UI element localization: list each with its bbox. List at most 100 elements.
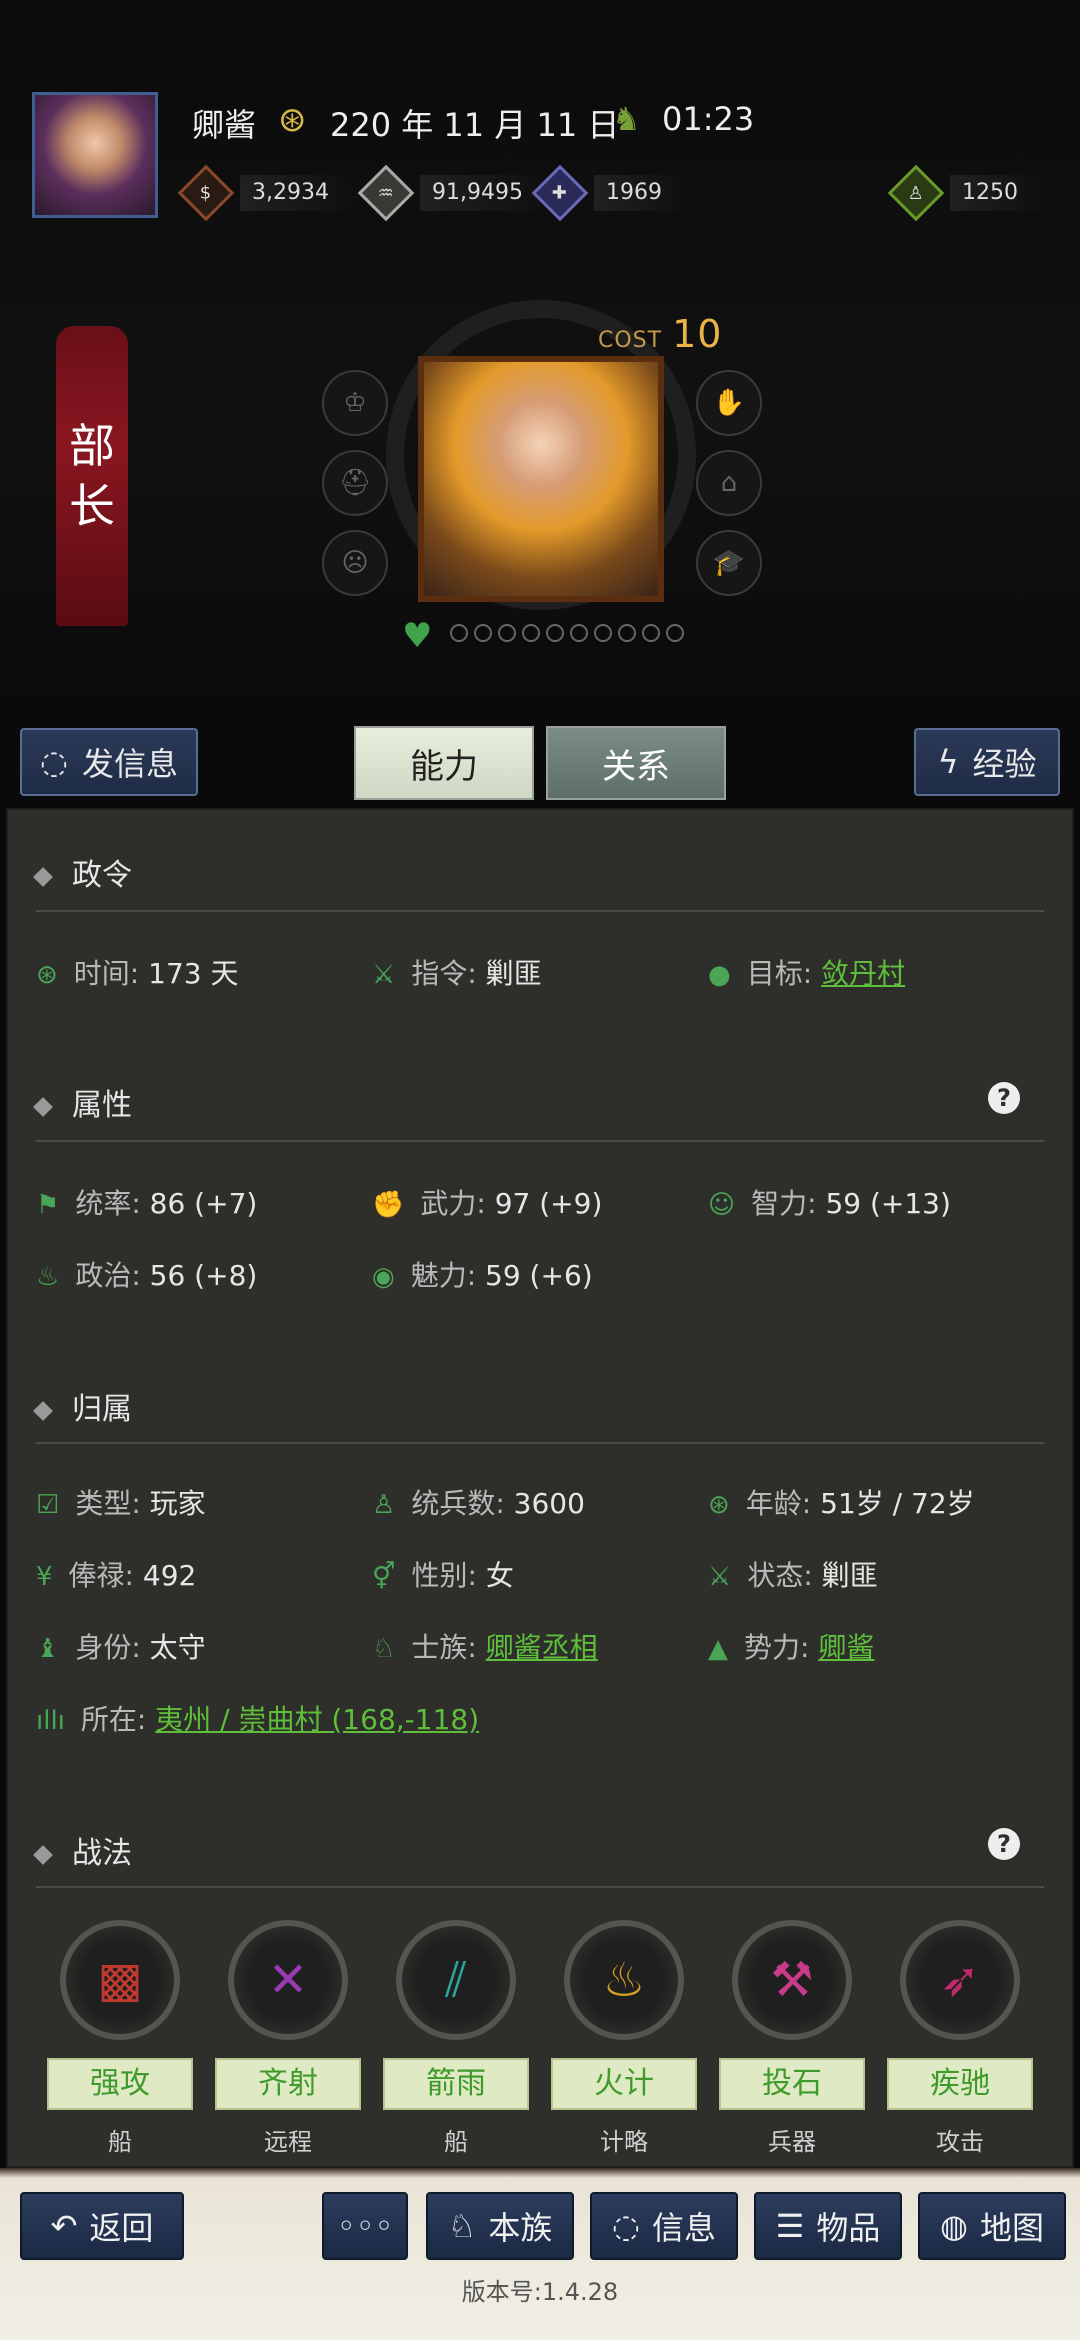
coin-icon: $ [177,164,235,222]
back-icon: ↶ [50,2207,78,2245]
bag-icon: ♙ [887,164,945,222]
section-title-tactics: 战法 [33,1828,132,1872]
person-icon: ♙ [372,1490,396,1520]
field-gender: ⚥ 性别: 女 [372,1559,514,1592]
field-meili: ◉ 魅力: 59 (+6) [372,1259,593,1292]
arrow-rain-icon: ⫽ [396,1920,516,2040]
resource-bag[interactable]: ♙ 1250 [887,164,1048,222]
info-button[interactable]: ◌ 信息 [590,2192,738,2260]
resource-grain[interactable]: ♒ 91,9495 [357,164,553,222]
section-title-zhengling: 政令 [33,850,132,894]
back-button[interactable]: ↶ 返回 [20,2192,184,2260]
order-icon: ⚔ [372,960,396,990]
help-icon[interactable]: ? [988,1082,1020,1114]
mask-icon[interactable]: ☹ [322,530,388,596]
field-zhili: ☺ 智力: 59 (+13) [708,1187,951,1220]
heart-icon: ♥ [402,616,433,656]
field-salary: ¥ 俸禄: 492 [36,1559,197,1592]
calendar-icon: ⊛ [36,960,58,990]
field-state: ⚔ 状态: 剿匪 [708,1559,878,1592]
field-force: ▲ 势力: 卿酱 [708,1631,875,1664]
tactic-qishe[interactable]: ✕ 齐射 远程 [214,1920,362,2157]
field-order: ⚔ 指令: 剿匪 [372,957,542,990]
divider [36,1886,1044,1888]
location-link[interactable]: 夷州 / 崇曲村 (168,-118) [155,1703,479,1736]
tactic-qianggong[interactable]: ▩ 强攻 船 [46,1920,194,2157]
gender-icon: ⚥ [372,1562,396,1592]
calendar-icon: ⊛ [278,100,307,140]
field-troops: ♙ 统兵数: 3600 [372,1487,585,1520]
divider [36,910,1044,912]
field-clan: ♘ 士族: 卿酱丞相 [372,1631,598,1664]
tactic-jichi[interactable]: ➶ 疾驰 攻击 [886,1920,1034,2157]
section-title-belong: 归属 [33,1384,132,1428]
resource-money[interactable]: $ 3,2934 [177,164,359,222]
field-time: ⊛ 时间: 173 天 [36,957,239,990]
crossed-arrows-icon: ✕ [228,1920,348,2040]
field-tongshuai: ⚑ 统率: 86 (+7) [36,1187,258,1220]
tactic-jianyu[interactable]: ⫽ 箭雨 船 [382,1920,530,2157]
fire-icon: ♨ [564,1920,684,2040]
clan-icon: ♘ [447,2207,477,2245]
date-text: 220 年 11 月 11 日 [330,106,620,144]
field-zhengzhi: ♨ 政治: 56 (+8) [36,1259,258,1292]
clan-link[interactable]: 卿酱丞相 [486,1631,598,1664]
grass-icon: ıllı [36,1706,65,1736]
hand-icon[interactable]: ✋ [696,370,762,436]
items-icon: ☰ [775,2207,805,2245]
location-pin-icon: ● [708,960,731,990]
horse-icon: ♞ [612,100,641,138]
field-location: ıllı 所在: 夷州 / 崇曲村 (168,-118) [36,1703,480,1736]
force-link[interactable]: 卿酱 [818,1631,874,1664]
graduation-cap-icon[interactable]: 🎓 [696,530,762,596]
chat-icon: ◌ [40,743,68,781]
helmet-icon[interactable]: ⛑ [322,450,388,516]
divider [36,1442,1044,1444]
more-button[interactable]: ◦◦◦ [322,2192,408,2260]
clan-icon: ♘ [372,1634,396,1664]
general-portrait[interactable] [418,356,664,602]
eye-icon: ◉ [372,1262,395,1292]
rank-icon: ♝ [36,1634,60,1664]
grain-icon: ♒ [357,164,415,222]
resource-soldier[interactable]: ✚ 1969 [531,164,692,222]
field-target: ● 目标: 敛丹村 [708,957,906,990]
arm-icon: ✊ [372,1190,405,1220]
title-banner: 部 长 [56,326,128,626]
clan-button[interactable]: ♘ 本族 [426,2192,574,2260]
player-avatar[interactable] [32,92,158,218]
yen-icon: ¥ [36,1562,53,1592]
time-text: 01:23 [662,100,755,138]
send-message-button[interactable]: ◌ 发信息 [20,728,198,796]
map-button[interactable]: ◍ 地图 [918,2192,1066,2260]
player-name: 卿酱 [192,106,257,144]
lightning-icon: ϟ [937,743,959,781]
items-button[interactable]: ☰ 物品 [754,2192,902,2260]
hat-icon[interactable]: ⌂ [696,450,762,516]
crown-icon[interactable]: ♔ [322,370,388,436]
brain-icon: ☺ [708,1190,736,1220]
flag-icon: ⚑ [36,1190,60,1220]
tactic-toushi[interactable]: ⚒ 投石 兵器 [718,1920,866,2157]
soldier-icon: ✚ [531,164,589,222]
section-title-attrs: 属性 [33,1080,132,1124]
field-wuli: ✊ 武力: 97 (+9) [372,1187,603,1220]
page-dots [450,624,684,642]
tab-ability[interactable]: 能力 [354,726,534,800]
experience-button[interactable]: ϟ 经验 [914,728,1060,796]
catapult-icon: ⚒ [732,1920,852,2040]
help-icon[interactable]: ? [988,1828,1020,1860]
age-icon: ⊛ [708,1490,730,1520]
calendar-check-icon: ☑ [36,1490,60,1520]
divider [36,1140,1044,1142]
field-type: ☑ 类型: 玩家 [36,1487,206,1520]
field-rank: ♝ 身份: 太守 [36,1631,206,1664]
version-text: 版本号:1.4.28 [461,2278,619,2306]
tactic-huoji[interactable]: ♨ 火计 计略 [550,1920,698,2157]
globe-icon: ◍ [940,2207,968,2245]
target-link[interactable]: 敛丹村 [821,957,905,990]
charge-arrows-icon: ➶ [900,1920,1020,2040]
shatter-icon: ▩ [60,1920,180,2040]
tab-relation[interactable]: 关系 [546,726,726,800]
pot-icon: ♨ [36,1262,60,1292]
